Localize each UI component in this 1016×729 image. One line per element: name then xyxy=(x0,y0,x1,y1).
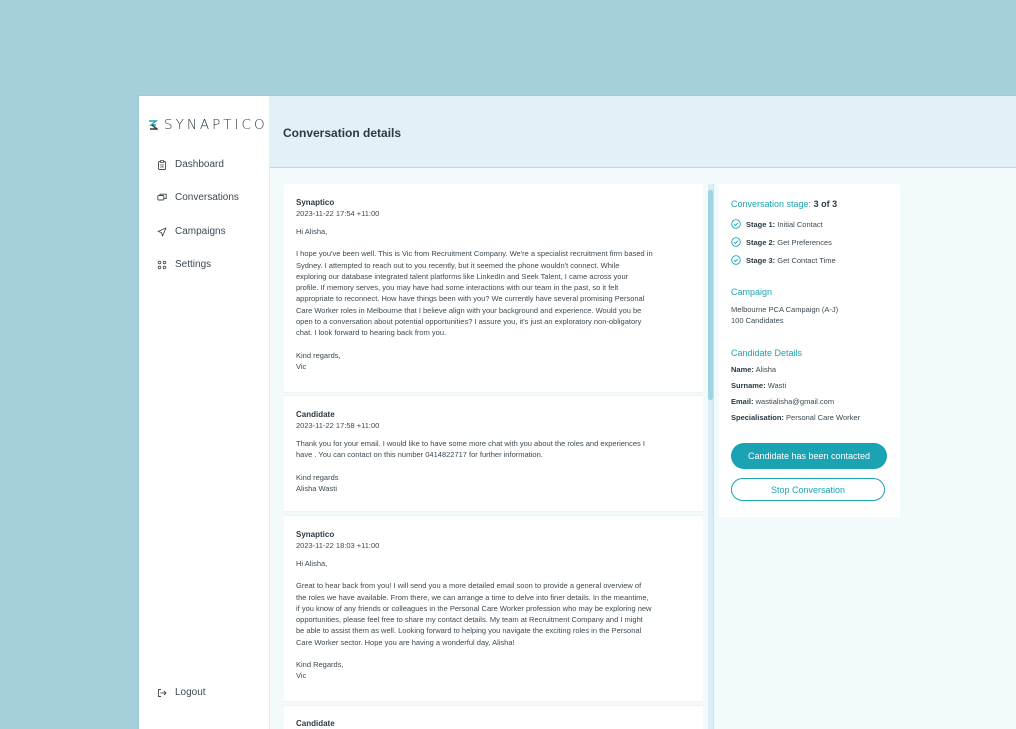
message-line: chat. I look forward to hearing back fro… xyxy=(296,328,447,338)
message-body: I hope you've been well. This is Vic fro… xyxy=(296,248,690,338)
stop-conversation-button[interactable]: Stop Conversation xyxy=(731,478,885,501)
check-circle-icon xyxy=(731,255,741,265)
detail-value: wastialisha@gmail.com xyxy=(755,397,835,406)
stage-label: Stage 3: xyxy=(746,255,776,265)
send-icon xyxy=(157,227,167,236)
detail-label: Surname: xyxy=(731,381,766,390)
page-header: Conversation details xyxy=(270,96,1016,168)
message-line: if you know of any friends or colleagues… xyxy=(296,603,652,613)
candidate-details-heading: Candidate Details xyxy=(731,348,803,358)
message-sender: Synaptico xyxy=(296,198,335,207)
message-signoff: Kind regards xyxy=(296,472,339,482)
nav-campaigns-label: Campaigns xyxy=(175,226,226,237)
message-card: Synaptico 2023-11-22 18:03 +11:00 Hi Ali… xyxy=(284,516,703,701)
nav-conversations[interactable]: Conversations xyxy=(157,192,239,203)
stage-label: Conversation stage: xyxy=(731,199,812,209)
message-line: Care Worker roles in Melbourne that I be… xyxy=(296,305,642,315)
stage-item: Stage 1: Initial Contact xyxy=(731,219,823,229)
candidate-name: Name: Alisha xyxy=(731,365,776,374)
message-line: Thank you for your email. I would like t… xyxy=(296,439,645,448)
message-timestamp: 2023-11-22 17:58 +11:00 xyxy=(296,421,380,430)
message-line: appropriate to reconnect. How have thing… xyxy=(296,294,645,304)
chat-bubbles-icon xyxy=(157,193,167,200)
stage-item: Stage 2: Get Preferences xyxy=(731,237,832,247)
settings-dots-icon xyxy=(157,260,167,269)
message-card: Candidate xyxy=(284,706,703,729)
message-sender: Synaptico xyxy=(296,530,335,539)
message-body: Thank you for your email. I would like t… xyxy=(296,438,690,461)
detail-label: Name: xyxy=(731,365,754,374)
message-sender: Candidate xyxy=(296,719,335,728)
nav-logout[interactable]: Logout xyxy=(157,687,206,698)
stage-label: Stage 2: xyxy=(746,237,776,247)
message-line: have . You can contact on this number 04… xyxy=(296,450,543,460)
message-line: opportunities, please feel free to share… xyxy=(296,615,643,625)
conversation-info-panel: Conversation stage: 3 of 3 Stage 1: Init… xyxy=(719,184,900,517)
detail-label: Email: xyxy=(731,397,754,406)
candidate-contacted-button[interactable]: Candidate has been contacted xyxy=(731,443,887,469)
message-sender: Candidate xyxy=(296,410,335,419)
nav-logout-label: Logout xyxy=(175,687,206,698)
message-line: Great to hear back from you! I will send… xyxy=(296,581,642,591)
logout-icon xyxy=(158,688,167,697)
stage-item: Stage 3: Get Contact Time xyxy=(731,255,836,265)
conversation-stage-heading: Conversation stage: 3 of 3 xyxy=(731,199,837,209)
message-line: the roles we have available. From there,… xyxy=(296,592,649,602)
message-line: be able to assist them as well. Looking … xyxy=(296,626,642,636)
detail-label: Specialisation: xyxy=(731,413,784,422)
detail-value: Alisha xyxy=(755,365,777,374)
synaptico-logo-icon xyxy=(149,120,158,130)
nav-campaigns[interactable]: Campaigns xyxy=(157,226,226,237)
nav-conversations-label: Conversations xyxy=(175,192,239,203)
brand-name: SYNAPTICO xyxy=(164,117,268,133)
stage-name: Get Contact Time xyxy=(777,255,836,265)
message-signature: Alisha Wasti xyxy=(296,483,337,493)
message-body: Great to hear back from you! I will send… xyxy=(296,580,690,648)
message-timestamp: 2023-11-22 17:54 +11:00 xyxy=(296,209,380,218)
message-signoff: Kind regards, xyxy=(296,350,341,360)
message-list[interactable]: Synaptico 2023-11-22 17:54 +11:00 Hi Ali… xyxy=(284,184,703,729)
message-signature: Vic xyxy=(296,361,307,371)
panel-divider xyxy=(713,184,714,729)
campaign-candidate-count: 100 Candidates xyxy=(731,316,784,325)
app-window: SYNAPTICO Dashboard Conversations Campai… xyxy=(139,96,1016,729)
stage-name: Initial Contact xyxy=(777,219,823,229)
nav-dashboard[interactable]: Dashboard xyxy=(157,159,224,170)
campaign-heading: Campaign xyxy=(731,287,773,297)
nav-dashboard-label: Dashboard xyxy=(175,159,224,170)
message-signoff: Kind Regards, xyxy=(296,660,344,670)
message-line: profile. If memory serves, you may have … xyxy=(296,283,619,293)
stage-name: Get Preferences xyxy=(777,237,832,247)
campaign-name: Melbourne PCA Campaign (A-J) xyxy=(731,305,839,314)
detail-value: Wasti xyxy=(767,381,787,390)
candidate-email: Email: wastialisha@gmail.com xyxy=(731,397,834,406)
stage-label: Stage 1: xyxy=(746,219,776,229)
message-signature: Vic xyxy=(296,671,307,681)
detail-value: Personal Care Worker xyxy=(786,413,861,422)
check-circle-icon xyxy=(731,237,741,247)
nav-settings[interactable]: Settings xyxy=(157,259,211,270)
message-greeting: Hi Alisha, xyxy=(296,559,328,568)
brand-logo: SYNAPTICO xyxy=(148,117,268,133)
message-line: Care Worker sector. Hope you are having … xyxy=(296,637,515,647)
message-timestamp: 2023-11-22 18:03 +11:00 xyxy=(296,541,380,550)
nav-settings-label: Settings xyxy=(175,259,212,270)
message-card: Candidate 2023-11-22 17:58 +11:00 Thank … xyxy=(284,396,703,511)
message-card: Synaptico 2023-11-22 17:54 +11:00 Hi Ali… xyxy=(284,184,703,392)
check-circle-icon xyxy=(731,219,741,229)
stage-value: 3 of 3 xyxy=(813,199,838,209)
candidate-surname: Surname: Wasti xyxy=(731,381,786,390)
page-title: Conversation details xyxy=(283,126,402,140)
message-line: Sydney. I attempted to reach out to you … xyxy=(296,260,620,270)
message-line: exploring our database integrated talent… xyxy=(296,271,629,281)
message-line: open to a conversation about potential o… xyxy=(296,317,642,327)
clipboard-icon xyxy=(158,159,166,170)
candidate-specialisation: Specialisation: Personal Care Worker xyxy=(731,413,860,422)
sidebar: SYNAPTICO Dashboard Conversations Campai… xyxy=(139,96,270,729)
message-line: I hope you've been well. This is Vic fro… xyxy=(296,249,653,259)
message-greeting: Hi Alisha, xyxy=(296,227,328,236)
